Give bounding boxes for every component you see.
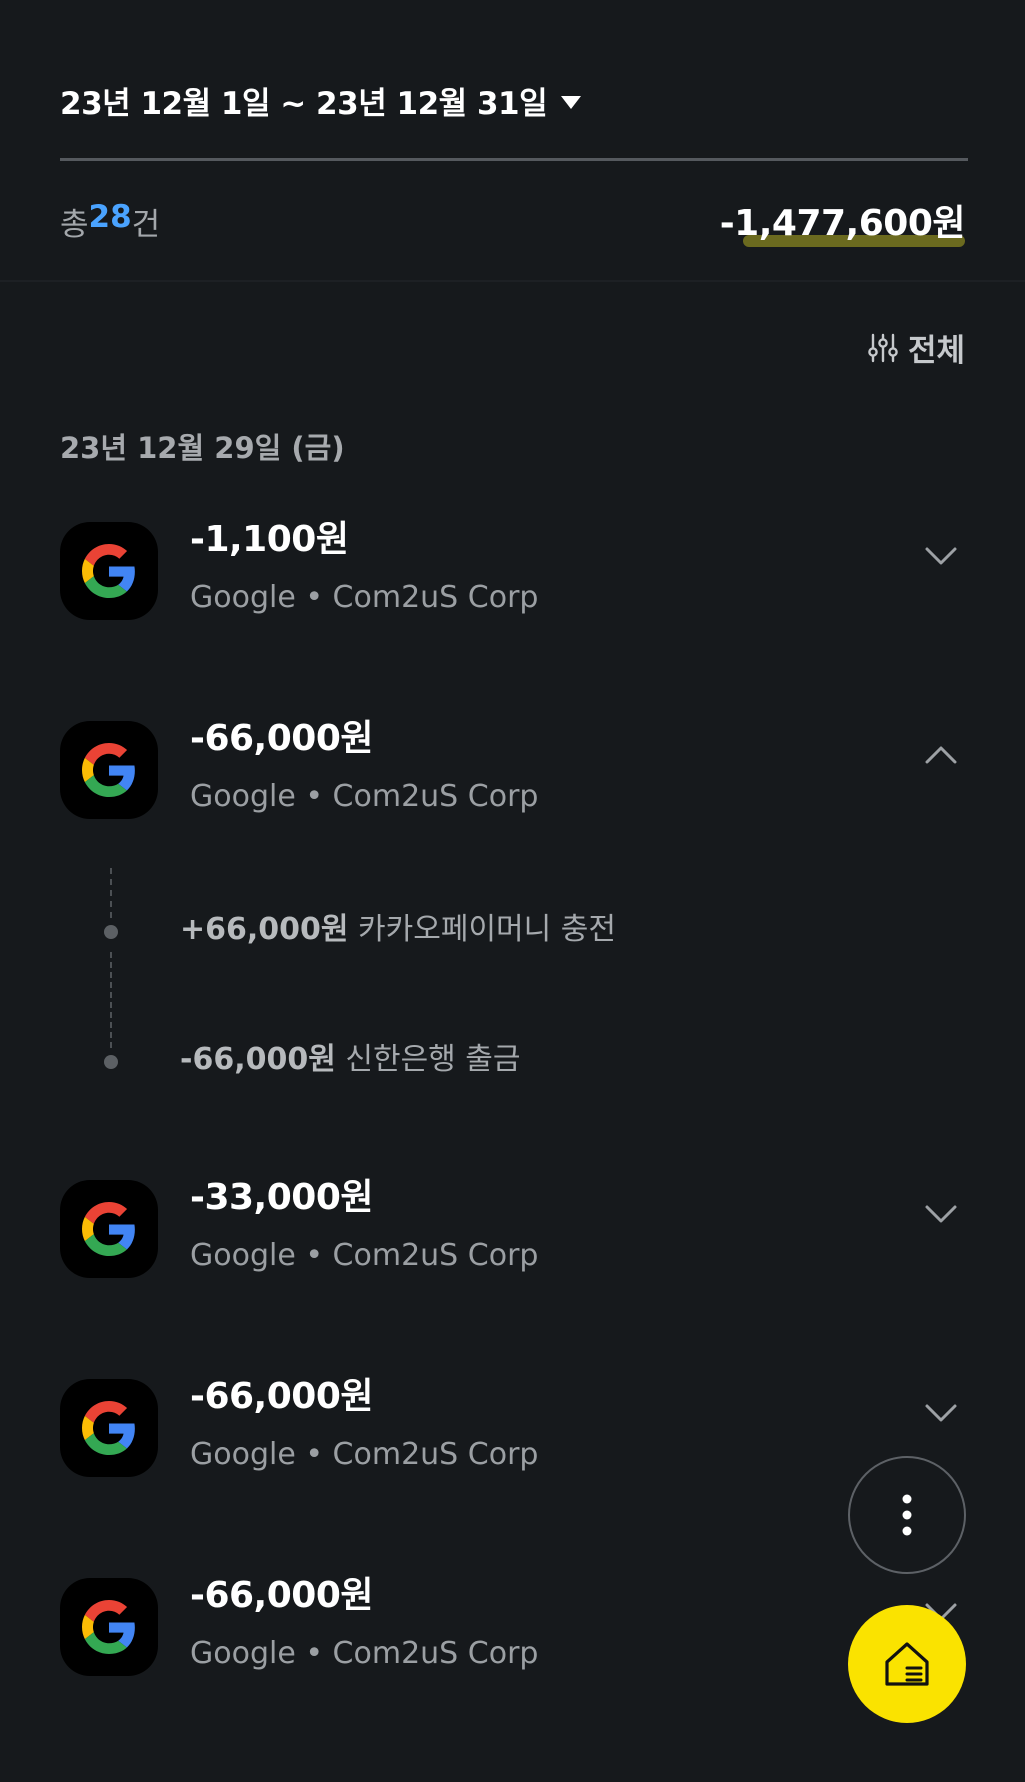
transaction-amount: -1,100원 bbox=[190, 519, 349, 560]
transaction-item[interactable]: -66,000원 Google • Com2uS Corp bbox=[60, 1367, 968, 1477]
transaction-item[interactable]: -33,000원 Google • Com2uS Corp bbox=[60, 1168, 968, 1278]
count-prefix: 총 bbox=[60, 207, 89, 243]
detail-text: +66,000원 카카오페이머니 충전 bbox=[180, 904, 616, 948]
more-options-button[interactable] bbox=[848, 1456, 966, 1574]
caret-down-icon bbox=[561, 95, 582, 109]
transaction-merchant: Google • Com2uS Corp bbox=[190, 1238, 539, 1273]
transaction-item[interactable]: -66,000원 Google • Com2uS Corp bbox=[60, 709, 968, 819]
detail-description: 신한은행 출금 bbox=[335, 1042, 521, 1077]
transaction-detail-item: -66,000원 신한은행 출금 bbox=[104, 1042, 521, 1077]
google-logo-icon bbox=[82, 1401, 135, 1455]
detail-amount: +66,000원 bbox=[180, 912, 349, 947]
transaction-merchant: Google • Com2uS Corp bbox=[190, 580, 539, 615]
date-range-selector[interactable]: 23년 12월 1일 ~ 23년 12월 31일 bbox=[60, 78, 582, 123]
merchant-logo bbox=[60, 522, 158, 620]
section-divider bbox=[0, 280, 1025, 282]
transaction-item[interactable]: -66,000원 Google • Com2uS Corp bbox=[60, 1566, 968, 1676]
timeline-connector bbox=[110, 868, 112, 918]
transaction-detail-item: +66,000원 카카오페이머니 충전 bbox=[104, 912, 616, 947]
merchant-logo bbox=[60, 721, 158, 819]
count-value: 28 bbox=[88, 199, 132, 235]
transaction-merchant: Google • Com2uS Corp bbox=[190, 1636, 539, 1671]
google-logo-icon bbox=[82, 544, 135, 598]
more-vertical-icon bbox=[902, 1494, 912, 1536]
merchant-logo bbox=[60, 1578, 158, 1676]
timeline-dot bbox=[104, 1055, 118, 1069]
chevron-up-icon[interactable] bbox=[924, 745, 958, 765]
chevron-down-icon[interactable] bbox=[924, 1403, 958, 1423]
detail-amount: -66,000원 bbox=[180, 1042, 336, 1077]
header-divider bbox=[60, 158, 968, 161]
total-amount: -1,477,600원 bbox=[719, 203, 966, 244]
google-logo-icon bbox=[82, 1202, 135, 1256]
merchant-logo bbox=[60, 1379, 158, 1477]
detail-text: -66,000원 신한은행 출금 bbox=[180, 1034, 521, 1078]
transaction-item[interactable]: -1,100원 Google • Com2uS Corp bbox=[60, 510, 968, 620]
date-range-label: 23년 12월 1일 ~ 23년 12월 31일 bbox=[60, 86, 548, 122]
transaction-history-screen: 23년 12월 1일 ~ 23년 12월 31일 총 28 건 -1,477,6… bbox=[0, 0, 1025, 1782]
home-list-icon bbox=[885, 1642, 929, 1686]
transaction-merchant: Google • Com2uS Corp bbox=[190, 779, 539, 814]
merchant-logo bbox=[60, 1180, 158, 1278]
google-logo-icon bbox=[82, 743, 135, 797]
day-header: 23년 12월 29일 (금) bbox=[60, 431, 345, 465]
transaction-amount: -66,000원 bbox=[190, 1575, 373, 1616]
home-button[interactable] bbox=[848, 1605, 966, 1723]
transaction-amount: -66,000원 bbox=[190, 1376, 373, 1417]
google-logo-icon bbox=[82, 1600, 135, 1654]
chevron-down-icon[interactable] bbox=[924, 546, 958, 566]
timeline-dot bbox=[104, 925, 118, 939]
chevron-down-icon[interactable] bbox=[924, 1204, 958, 1224]
timeline-connector bbox=[110, 952, 112, 1048]
filter-label: 전체 bbox=[907, 333, 965, 369]
transaction-amount: -33,000원 bbox=[190, 1177, 373, 1218]
count-suffix: 건 bbox=[131, 207, 161, 243]
transaction-merchant: Google • Com2uS Corp bbox=[190, 1437, 539, 1472]
detail-description: 카카오페이머니 충전 bbox=[348, 912, 616, 947]
sliders-icon bbox=[868, 333, 898, 362]
transaction-count: 총 28 건 bbox=[60, 199, 160, 244]
transaction-amount: -66,000원 bbox=[190, 718, 373, 759]
filter-button[interactable]: 전체 bbox=[868, 325, 965, 370]
